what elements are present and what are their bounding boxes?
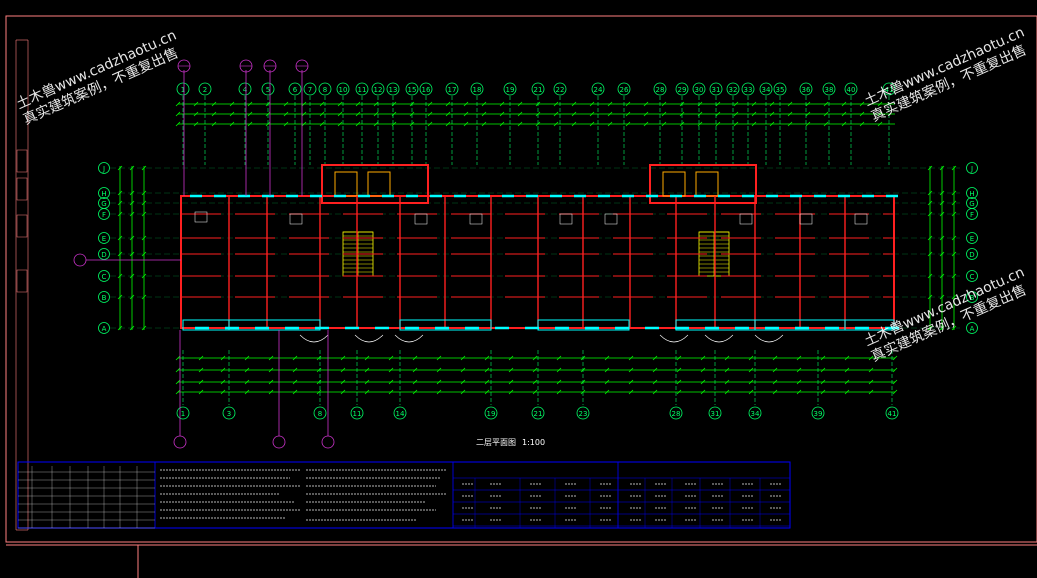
axis-label-top: 7 xyxy=(308,86,312,94)
axis-label-top: 36 xyxy=(802,86,811,94)
axis-label-top: 34 xyxy=(762,86,771,94)
axis-label-top: 15 xyxy=(408,86,417,94)
canopy-arc xyxy=(704,334,734,343)
axis-label-top: 32 xyxy=(729,86,738,94)
axis-label-row: J xyxy=(102,165,105,173)
axis-label-row: C xyxy=(102,273,107,281)
axis-label-top: 13 xyxy=(389,86,398,94)
stair-tower xyxy=(321,164,429,204)
callout-bubble xyxy=(173,435,187,449)
fixture xyxy=(799,213,813,225)
axis-label-row: E xyxy=(102,235,106,243)
axis-label-top: 22 xyxy=(556,86,565,94)
axis-label-bottom: 11 xyxy=(353,410,362,418)
axis-label-row: J xyxy=(970,165,973,173)
axis-label-row: D xyxy=(101,251,106,259)
strip-block xyxy=(16,177,28,201)
axis-label-top: 29 xyxy=(678,86,687,94)
callout-bubble xyxy=(73,253,87,267)
axis-label-top: 21 xyxy=(534,86,543,94)
axis-label-top: 33 xyxy=(744,86,753,94)
drawing-scale: 1:100 xyxy=(522,438,546,447)
wall-plan xyxy=(180,164,899,343)
elevator-shaft xyxy=(662,171,686,197)
axis-label-top: 18 xyxy=(473,86,482,94)
stair-tower xyxy=(649,164,757,204)
elevator-shaft xyxy=(334,171,358,197)
fixture xyxy=(559,213,573,225)
axis-label-top: 5 xyxy=(266,86,270,94)
axis-label-bottom: 19 xyxy=(487,410,496,418)
elevator-shaft xyxy=(367,171,391,197)
axis-label-top: 28 xyxy=(656,86,665,94)
canopy-arc xyxy=(299,334,329,343)
axis-label-row: H xyxy=(969,190,974,198)
axis-label-row: C xyxy=(970,273,975,281)
left-title-strip xyxy=(16,149,28,293)
canopy-arc xyxy=(394,334,424,343)
fixture xyxy=(739,213,753,225)
axis-label-row: A xyxy=(102,325,107,333)
axis-label-row: G xyxy=(101,200,106,208)
axis-label-row: F xyxy=(970,211,974,219)
axis-label-top: 17 xyxy=(448,86,457,94)
axis-label-top: 26 xyxy=(620,86,629,94)
drawing-title-text: 二层平面图 xyxy=(476,438,516,447)
axis-label-row: D xyxy=(969,251,974,259)
axis-label-top: 12 xyxy=(374,86,383,94)
axis-label-top: 19 xyxy=(506,86,515,94)
axis-label-row: A xyxy=(970,325,975,333)
axis-label-top: 1 xyxy=(181,86,185,94)
fixture xyxy=(194,211,208,223)
callout-bubble xyxy=(321,435,335,449)
axis-label-bottom: 3 xyxy=(227,410,231,418)
axis-label-top: 35 xyxy=(776,86,785,94)
axis-label-bottom: 31 xyxy=(711,410,720,418)
canopy-arc xyxy=(354,334,384,343)
axis-label-bottom: 23 xyxy=(579,410,588,418)
axis-label-bottom: 39 xyxy=(814,410,823,418)
axis-label-row: E xyxy=(970,235,974,243)
axis-label-row: F xyxy=(102,211,106,219)
canopy-arc xyxy=(659,334,689,343)
notes-tables xyxy=(17,461,791,529)
canopy-arc xyxy=(754,334,784,343)
fixture xyxy=(604,213,618,225)
fixture xyxy=(854,213,868,225)
callout-bubble xyxy=(272,435,286,449)
axis-label-top: 11 xyxy=(358,86,367,94)
axis-label-top: 38 xyxy=(825,86,834,94)
axis-label-top: 2 xyxy=(203,86,207,94)
axis-label-bottom: 28 xyxy=(672,410,681,418)
axis-label-bottom: 8 xyxy=(318,410,322,418)
axis-label-bottom: 41 xyxy=(888,410,897,418)
axis-label-bottom: 34 xyxy=(751,410,760,418)
dimension-lines xyxy=(117,101,957,395)
fixture xyxy=(414,213,428,225)
axis-label-bottom: 21 xyxy=(534,410,543,418)
axis-label-bottom: 1 xyxy=(181,410,185,418)
axis-label-top: 31 xyxy=(712,86,721,94)
axis-label-top: 4 xyxy=(243,86,248,94)
strip-block xyxy=(16,149,28,173)
axis-label-top: 8 xyxy=(323,86,327,94)
axis-label-bottom: 14 xyxy=(396,410,405,418)
axis-label-top: 24 xyxy=(594,86,603,94)
strip-block xyxy=(16,269,28,293)
fixture xyxy=(289,213,303,225)
axis-label-row: B xyxy=(102,294,107,302)
axis-label-top: 6 xyxy=(293,86,298,94)
axis-label-row: H xyxy=(101,190,106,198)
fixture xyxy=(469,213,483,225)
axis-label-top: 10 xyxy=(339,86,348,94)
axis-label-top: 40 xyxy=(847,86,856,94)
axis-label-top: 16 xyxy=(422,86,431,94)
elevator-shaft xyxy=(695,171,719,197)
drawing-title: 二层平面图 1:100 xyxy=(476,437,545,448)
axis-label-row: G xyxy=(969,200,974,208)
axis-label-top: 30 xyxy=(695,86,704,94)
strip-block xyxy=(16,214,28,238)
